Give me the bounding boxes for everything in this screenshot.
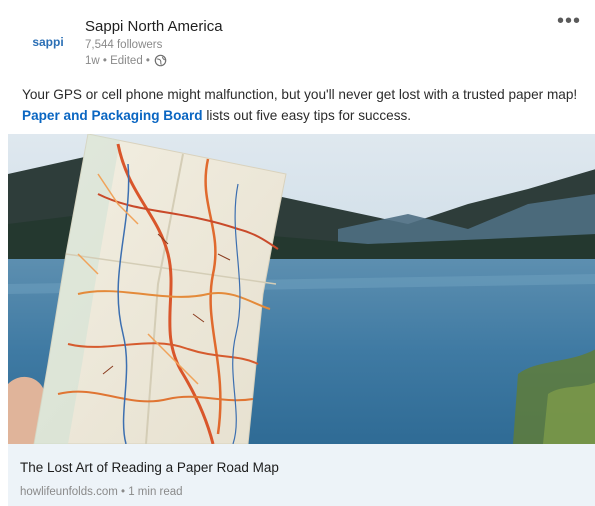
post-body: Your GPS or cell phone might malfunction… xyxy=(22,84,578,126)
more-options-icon[interactable]: ••• xyxy=(557,10,581,33)
post-text-part2: lists out five easy tips for success. xyxy=(202,108,412,123)
article-title[interactable]: The Lost Art of Reading a Paper Road Map xyxy=(20,460,279,475)
article-source: howlifeunfolds.com • 1 min read xyxy=(20,486,183,498)
link-card-footer[interactable]: The Lost Art of Reading a Paper Road Map… xyxy=(8,444,595,506)
globe-icon xyxy=(154,54,167,67)
company-name[interactable]: Sappi North America xyxy=(85,18,223,35)
logo-text: sappi xyxy=(32,35,64,49)
article-image[interactable] xyxy=(8,134,595,444)
post-time-edited: 1w • Edited • xyxy=(85,54,150,67)
follower-count: 7,544 followers xyxy=(85,39,163,51)
post-meta: 1w • Edited • xyxy=(85,54,167,67)
linkedin-post: sappi Sappi North America 7,544 follower… xyxy=(0,0,595,506)
road-map-photo xyxy=(8,134,595,444)
mention-link[interactable]: Paper and Packaging Board xyxy=(22,108,203,123)
post-header: sappi Sappi North America 7,544 follower… xyxy=(0,0,595,80)
post-text-part1: Your GPS or cell phone might malfunction… xyxy=(22,87,578,102)
company-logo[interactable]: sappi xyxy=(22,22,74,62)
